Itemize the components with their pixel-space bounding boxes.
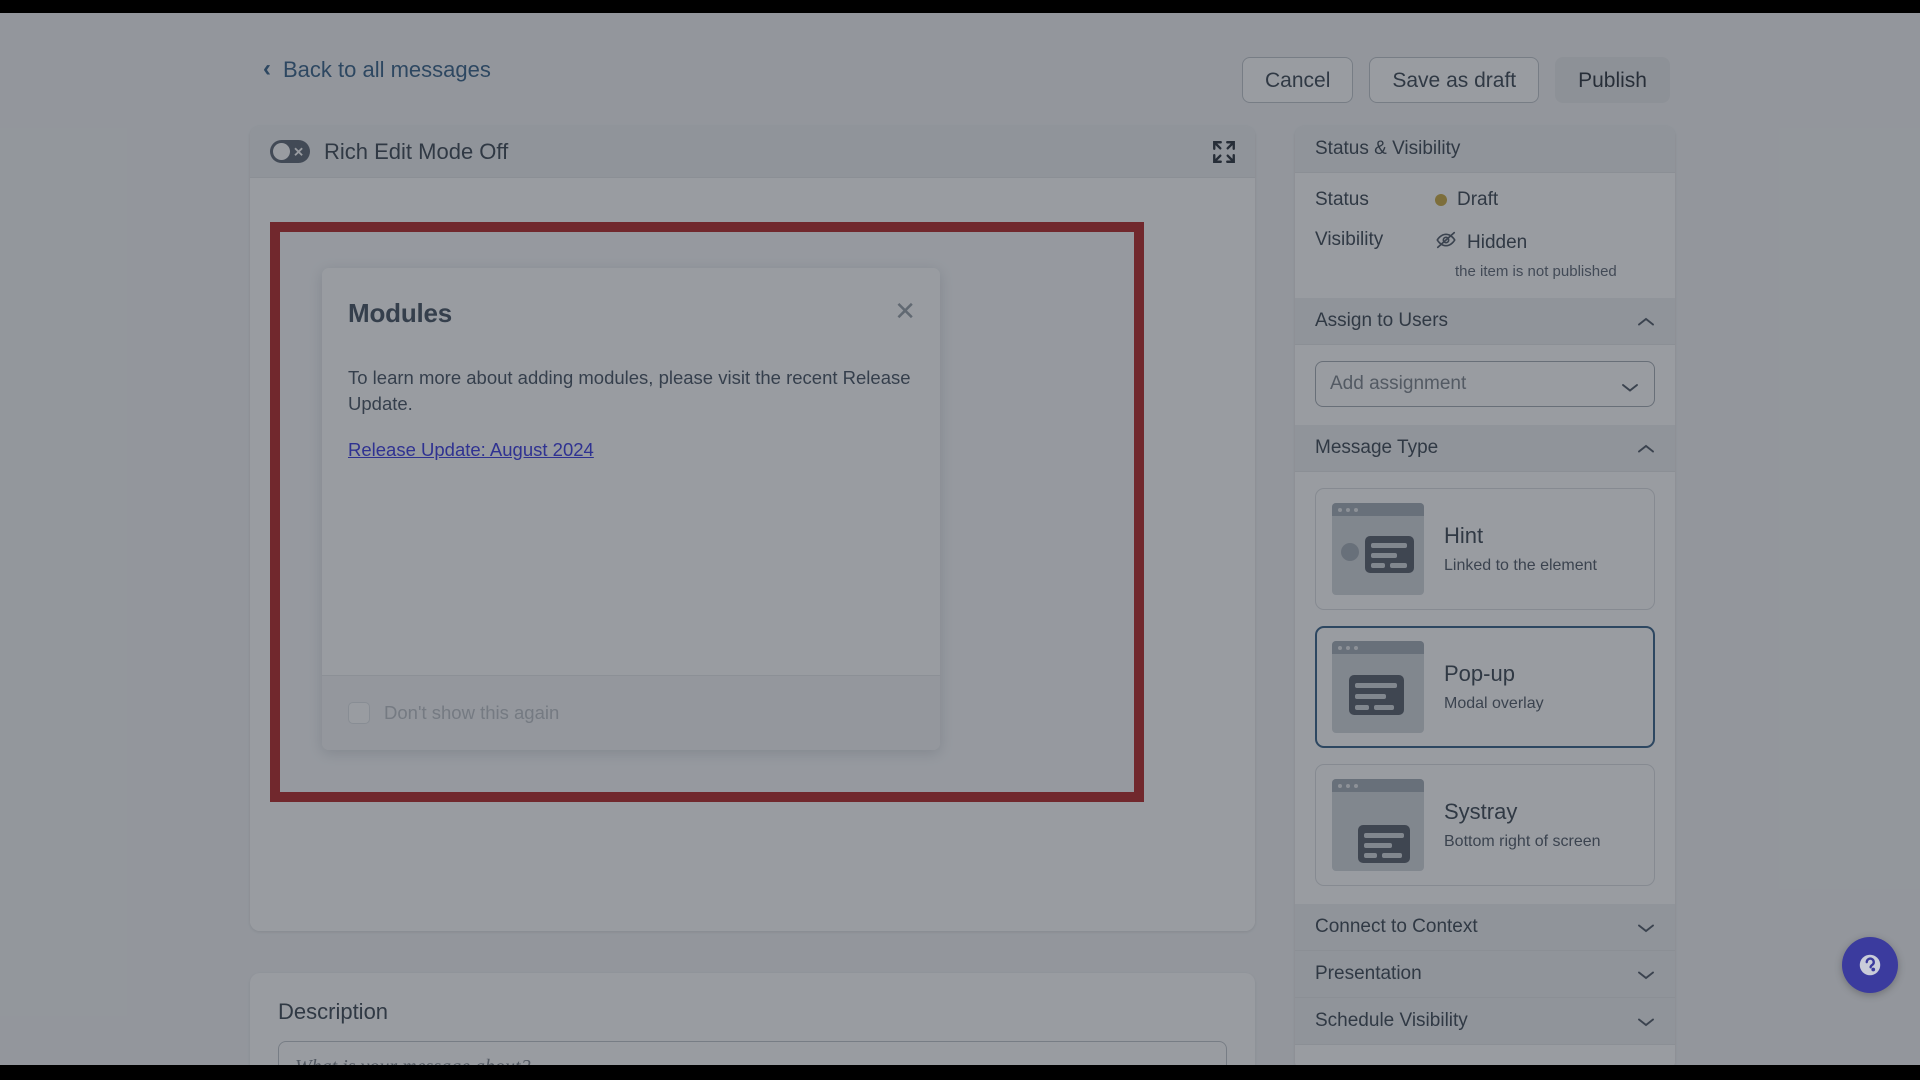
status-key: Status: [1315, 189, 1369, 210]
dont-show-again-checkbox[interactable]: [348, 702, 370, 724]
section-header-schedule-visibility[interactable]: Schedule Visibility: [1295, 998, 1675, 1045]
section-title: Schedule Visibility: [1315, 1010, 1468, 1031]
release-update-link[interactable]: Release Update: August 2024: [348, 439, 594, 461]
toggle-off-x-icon: ✕: [293, 144, 304, 159]
section-header-message-type[interactable]: Message Type: [1295, 425, 1675, 472]
page-header: ‹ Back to all messages Cancel Save as dr…: [0, 13, 1920, 121]
cancel-button[interactable]: Cancel: [1242, 57, 1354, 103]
bottom-black-bar: [0, 1065, 1920, 1080]
message-type-text-popup: Pop-up Modal overlay: [1444, 661, 1544, 713]
popup-thumbnail-icon: [1332, 641, 1424, 733]
status-value: Draft: [1457, 189, 1499, 210]
message-type-name: Hint: [1444, 522, 1484, 548]
editor-canvas: Modules ✕ To learn more about adding mod…: [250, 178, 1255, 931]
description-block: Description What is your message about?: [250, 973, 1255, 1065]
chevron-left-icon: ‹: [263, 55, 271, 82]
message-type-text-hint: Hint Linked to the element: [1444, 523, 1597, 575]
systray-thumbnail-icon: [1332, 779, 1424, 871]
description-input[interactable]: What is your message about?: [278, 1041, 1227, 1065]
message-type-name: Pop-up: [1444, 660, 1515, 686]
section-header-status-visibility[interactable]: Status & Visibility: [1295, 126, 1675, 173]
section-body-assign-to-users: Add assignment: [1295, 345, 1675, 425]
section-title: Presentation: [1315, 963, 1422, 984]
add-assignment-placeholder: Add assignment: [1330, 373, 1467, 394]
visibility-key: Visibility: [1315, 229, 1384, 250]
description-label: Description: [278, 999, 389, 1024]
visibility-note: the item is not published: [1455, 263, 1617, 280]
status-value-group: Draft: [1435, 189, 1498, 211]
message-type-desc: Modal overlay: [1444, 695, 1544, 713]
simulated-modal-paragraph: To learn more about adding modules, plea…: [348, 367, 911, 414]
status-row: Status Draft: [1315, 189, 1655, 211]
chevron-down-icon: [1637, 1015, 1655, 1027]
visibility-value-group: Hidden: [1435, 229, 1527, 257]
rich-edit-mode-label: Rich Edit Mode Off: [324, 138, 509, 164]
visibility-row: Visibility Hidden: [1315, 229, 1655, 257]
section-header-assign-to-users[interactable]: Assign to Users: [1295, 298, 1675, 345]
rich-edit-mode-toggle[interactable]: ✕: [270, 140, 310, 163]
message-type-card-hint[interactable]: Hint Linked to the element: [1315, 488, 1655, 610]
visibility-value: Hidden: [1467, 232, 1528, 253]
message-type-card-popup[interactable]: Pop-up Modal overlay: [1315, 626, 1655, 748]
page-root: ‹ Back to all messages Cancel Save as dr…: [0, 13, 1920, 1065]
sidebar-footer-spacer: [1295, 1045, 1675, 1065]
hint-thumbnail-icon: [1332, 503, 1424, 595]
message-type-desc: Bottom right of screen: [1444, 833, 1601, 851]
section-body-message-type: Hint Linked to the element Pop-up Modal …: [1295, 472, 1675, 904]
preview-highlight-frame: Modules ✕ To learn more about adding mod…: [270, 222, 1144, 802]
message-type-text-systray: Systray Bottom right of screen: [1444, 799, 1601, 851]
header-actions: Cancel Save as draft Publish: [1242, 57, 1670, 103]
section-header-presentation[interactable]: Presentation: [1295, 951, 1675, 998]
toggle-knob: [273, 143, 290, 160]
section-title: Connect to Context: [1315, 916, 1478, 937]
help-support-icon[interactable]: [1842, 937, 1898, 993]
back-to-all-messages-link[interactable]: ‹ Back to all messages: [263, 57, 491, 83]
preview-surface: Modules ✕ To learn more about adding mod…: [280, 232, 1134, 792]
save-as-draft-button[interactable]: Save as draft: [1369, 57, 1540, 103]
dont-show-again-label: Don't show this again: [384, 702, 560, 723]
simulated-modal-title: Modules: [348, 298, 453, 328]
eye-off-icon: [1435, 229, 1457, 257]
section-title: Status & Visibility: [1315, 138, 1461, 159]
simulated-modal-body: Modules ✕ To learn more about adding mod…: [322, 268, 940, 675]
section-title: Assign to Users: [1315, 310, 1449, 331]
chevron-down-icon: [1637, 968, 1655, 980]
simulated-popup-modal: Modules ✕ To learn more about adding mod…: [322, 268, 940, 750]
editor-panel: ✕ Rich Edit Mode Off Modules ✕ To learn …: [250, 126, 1255, 931]
back-link-label: Back to all messages: [283, 57, 491, 82]
section-title: Message Type: [1315, 437, 1439, 458]
section-body-status-visibility: Status Draft Visibility Hidden the item …: [1295, 173, 1675, 298]
simulated-modal-footer: Don't show this again: [322, 675, 940, 750]
add-assignment-select[interactable]: Add assignment: [1315, 361, 1655, 407]
settings-sidebar: Status & Visibility Status Draft Visibil…: [1295, 126, 1675, 1065]
expand-fullscreen-icon[interactable]: [1211, 139, 1237, 165]
chevron-up-icon: [1637, 442, 1655, 454]
status-dot-icon: [1435, 194, 1447, 206]
message-type-desc: Linked to the element: [1444, 557, 1597, 575]
publish-button[interactable]: Publish: [1555, 57, 1670, 103]
close-x-icon[interactable]: ✕: [894, 298, 916, 324]
chevron-down-icon: [1637, 921, 1655, 933]
browser-viewport: ‹ Back to all messages Cancel Save as dr…: [0, 13, 1920, 1065]
message-type-card-systray[interactable]: Systray Bottom right of screen: [1315, 764, 1655, 886]
chevron-down-icon: [1620, 378, 1640, 392]
section-header-connect-to-context[interactable]: Connect to Context: [1295, 904, 1675, 951]
message-type-name: Systray: [1444, 798, 1518, 824]
editor-toolbar: ✕ Rich Edit Mode Off: [250, 126, 1255, 178]
chevron-up-icon: [1637, 315, 1655, 327]
